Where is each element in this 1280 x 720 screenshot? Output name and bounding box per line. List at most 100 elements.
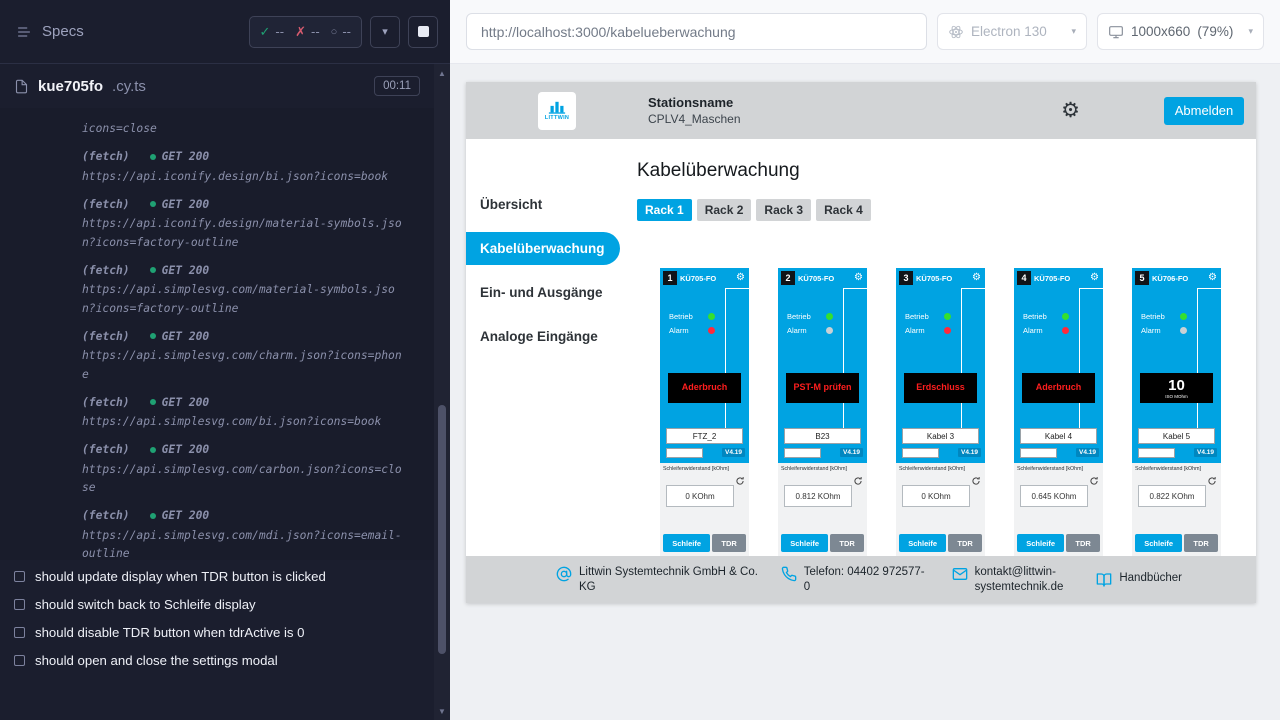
scroll-down-arrow-icon[interactable]: ▼ bbox=[434, 704, 450, 718]
at-icon bbox=[556, 565, 572, 582]
settings-gear-icon[interactable]: ⚙ bbox=[1061, 100, 1080, 121]
card-display: PST-M prüfen bbox=[786, 373, 859, 403]
fetch-log-entry[interactable]: (fetch)GET 200 https://api.iconify.desig… bbox=[82, 195, 408, 252]
card-header: 1 KÜ705-FO ⚙ bbox=[660, 268, 749, 288]
browser-select[interactable]: Electron 130 ▾ bbox=[937, 13, 1087, 50]
logo-text: LITTWIN bbox=[545, 115, 569, 121]
spec-timer: 00:11 bbox=[374, 76, 420, 96]
schleife-button[interactable]: Schleife bbox=[663, 534, 710, 552]
card-gear-icon[interactable]: ⚙ bbox=[736, 273, 745, 283]
sidebar-item-analoge-eingaenge[interactable]: Analoge Eingänge bbox=[466, 320, 620, 353]
log-wrapped-line[interactable]: icons=close bbox=[82, 120, 408, 139]
viewport-size: 1000x660 bbox=[1131, 24, 1190, 39]
schleife-button[interactable]: Schleife bbox=[899, 534, 946, 552]
reporter-scrollbar[interactable]: ▲ ▼ bbox=[434, 64, 450, 720]
schleife-button[interactable]: Schleife bbox=[781, 534, 828, 552]
app-header: LITTWIN Stationsname CPLV4_Maschen ⚙ Abm… bbox=[466, 82, 1256, 139]
refresh-icon[interactable] bbox=[1207, 476, 1217, 486]
firmware-version: V4.19 bbox=[958, 448, 981, 457]
card-gear-icon[interactable]: ⚙ bbox=[1090, 273, 1099, 283]
test-item[interactable]: should update display when TDR button is… bbox=[14, 562, 434, 590]
test-item[interactable]: should disable TDR button when tdrActive… bbox=[14, 618, 434, 646]
footer-email[interactable]: kontakt@littwin-systemtechnik.de bbox=[952, 565, 1075, 595]
refresh-icon[interactable] bbox=[1089, 476, 1099, 486]
refresh-icon[interactable] bbox=[735, 476, 745, 486]
measurement-label: Schleifenwiderstand [kOhm] bbox=[899, 466, 982, 472]
footer-company: Littwin Systemtechnik GmbH & Co. KG bbox=[556, 565, 759, 595]
measurement-label: Schleifenwiderstand [kOhm] bbox=[663, 466, 746, 472]
card-gear-icon[interactable]: ⚙ bbox=[854, 273, 863, 283]
measurement-value: 0 KOhm bbox=[902, 485, 970, 507]
device-card-5: 5 KÜ706-FO ⚙ Betrieb Alarm bbox=[1132, 268, 1221, 556]
cypress-topbar: Specs ✓-- ✗-- ○-- ▾ bbox=[0, 0, 450, 64]
tdr-button[interactable]: TDR bbox=[1184, 534, 1218, 552]
spec-header[interactable]: kue705fo .cy.ts 00:11 bbox=[0, 64, 434, 108]
url-input[interactable] bbox=[466, 13, 927, 50]
circle-icon: ○ bbox=[331, 26, 338, 38]
tab-rack-4[interactable]: Rack 4 bbox=[816, 199, 871, 221]
fetch-log-entry[interactable]: (fetch)GET 200 https://api.simplesvg.com… bbox=[82, 327, 408, 384]
version-row: V4.19 bbox=[784, 447, 863, 458]
test-item[interactable]: should open and close the settings modal bbox=[14, 646, 434, 674]
tab-rack-2[interactable]: Rack 2 bbox=[697, 199, 752, 221]
station-info: Stationsname CPLV4_Maschen bbox=[648, 95, 741, 126]
fetch-log-entry[interactable]: (fetch)GET 200 https://api.simplesvg.com… bbox=[82, 393, 408, 432]
main-content: Kabelüberwachung Rack 1 Rack 2 Rack 3 Ra… bbox=[620, 139, 1256, 556]
sidebar-item-uebersicht[interactable]: Übersicht bbox=[466, 188, 620, 221]
sidebar-item-kabelueberwachung[interactable]: Kabelüberwachung bbox=[466, 232, 620, 265]
version-row: V4.19 bbox=[1020, 447, 1099, 458]
logout-button[interactable]: Abmelden bbox=[1164, 97, 1244, 125]
schleife-button[interactable]: Schleife bbox=[1135, 534, 1182, 552]
refresh-icon[interactable] bbox=[971, 476, 981, 486]
card-display: Aderbruch bbox=[1022, 373, 1095, 403]
firmware-version: V4.19 bbox=[1194, 448, 1217, 457]
footer-manuals[interactable]: Handbücher bbox=[1096, 571, 1182, 588]
refresh-icon[interactable] bbox=[853, 476, 863, 486]
fetch-log-entry[interactable]: (fetch)GET 200 https://api.simplesvg.com… bbox=[82, 507, 408, 561]
schleife-button[interactable]: Schleife bbox=[1017, 534, 1064, 552]
stop-button[interactable] bbox=[408, 16, 438, 48]
sidebar-item-ein-und-ausgaenge[interactable]: Ein- und Ausgänge bbox=[466, 276, 620, 309]
viewport-select[interactable]: 1000x660 (79%) ▾ bbox=[1097, 13, 1264, 50]
tdr-button[interactable]: TDR bbox=[830, 534, 864, 552]
footer-phone: Telefon: 04402 972577-0 bbox=[781, 565, 930, 595]
card-gear-icon[interactable]: ⚙ bbox=[972, 273, 981, 283]
betrieb-status: Betrieb bbox=[778, 309, 843, 323]
fetch-log-entry[interactable]: (fetch)GET 200 https://api.simplesvg.com… bbox=[82, 441, 408, 498]
cypress-body: kue705fo .cy.ts 00:11 icons=close (fetch… bbox=[0, 64, 450, 720]
card-divider bbox=[961, 288, 962, 428]
test-box-icon bbox=[14, 655, 25, 666]
measurement-label: Schleifenwiderstand [kOhm] bbox=[781, 466, 864, 472]
book-icon bbox=[1096, 571, 1112, 588]
electron-icon bbox=[948, 24, 964, 40]
spec-extension: .cy.ts bbox=[112, 78, 146, 95]
scrollbar-thumb[interactable] bbox=[438, 405, 446, 654]
app-footer: Littwin Systemtechnik GmbH & Co. KG Tele… bbox=[466, 556, 1256, 603]
test-stats: ✓-- ✗-- ○-- bbox=[249, 16, 362, 48]
fetch-log-entry[interactable]: (fetch)GET 200 https://api.iconify.desig… bbox=[82, 148, 408, 187]
specs-list-icon[interactable] bbox=[16, 24, 32, 40]
fetch-log-entry[interactable]: (fetch)GET 200 https://api.simplesvg.com… bbox=[82, 261, 408, 318]
betrieb-status: Betrieb bbox=[660, 309, 725, 323]
tab-rack-3[interactable]: Rack 3 bbox=[756, 199, 811, 221]
card-divider bbox=[843, 288, 844, 428]
mail-icon bbox=[952, 565, 968, 582]
collapse-button[interactable]: ▾ bbox=[370, 16, 400, 48]
tdr-button[interactable]: TDR bbox=[1066, 534, 1100, 552]
x-icon: ✗ bbox=[295, 24, 306, 40]
scroll-up-arrow-icon[interactable]: ▲ bbox=[434, 66, 450, 80]
littwin-logo: LITTWIN bbox=[538, 92, 576, 130]
card-gear-icon[interactable]: ⚙ bbox=[1208, 273, 1217, 283]
test-item[interactable]: should switch back to Schleife display bbox=[14, 590, 434, 618]
tdr-button[interactable]: TDR bbox=[712, 534, 746, 552]
tdr-button[interactable]: TDR bbox=[948, 534, 982, 552]
mini-field bbox=[666, 448, 703, 458]
betrieb-led bbox=[708, 313, 715, 320]
betrieb-led bbox=[1062, 313, 1069, 320]
specs-label[interactable]: Specs bbox=[42, 23, 84, 40]
tab-rack-1[interactable]: Rack 1 bbox=[637, 199, 692, 221]
measurement-panel: Schleifenwiderstand [kOhm] 0.812 KOhm Sc… bbox=[778, 463, 867, 556]
alarm-status: Alarm bbox=[1014, 323, 1079, 337]
card-divider bbox=[1080, 288, 1103, 289]
status-dot bbox=[150, 154, 156, 160]
